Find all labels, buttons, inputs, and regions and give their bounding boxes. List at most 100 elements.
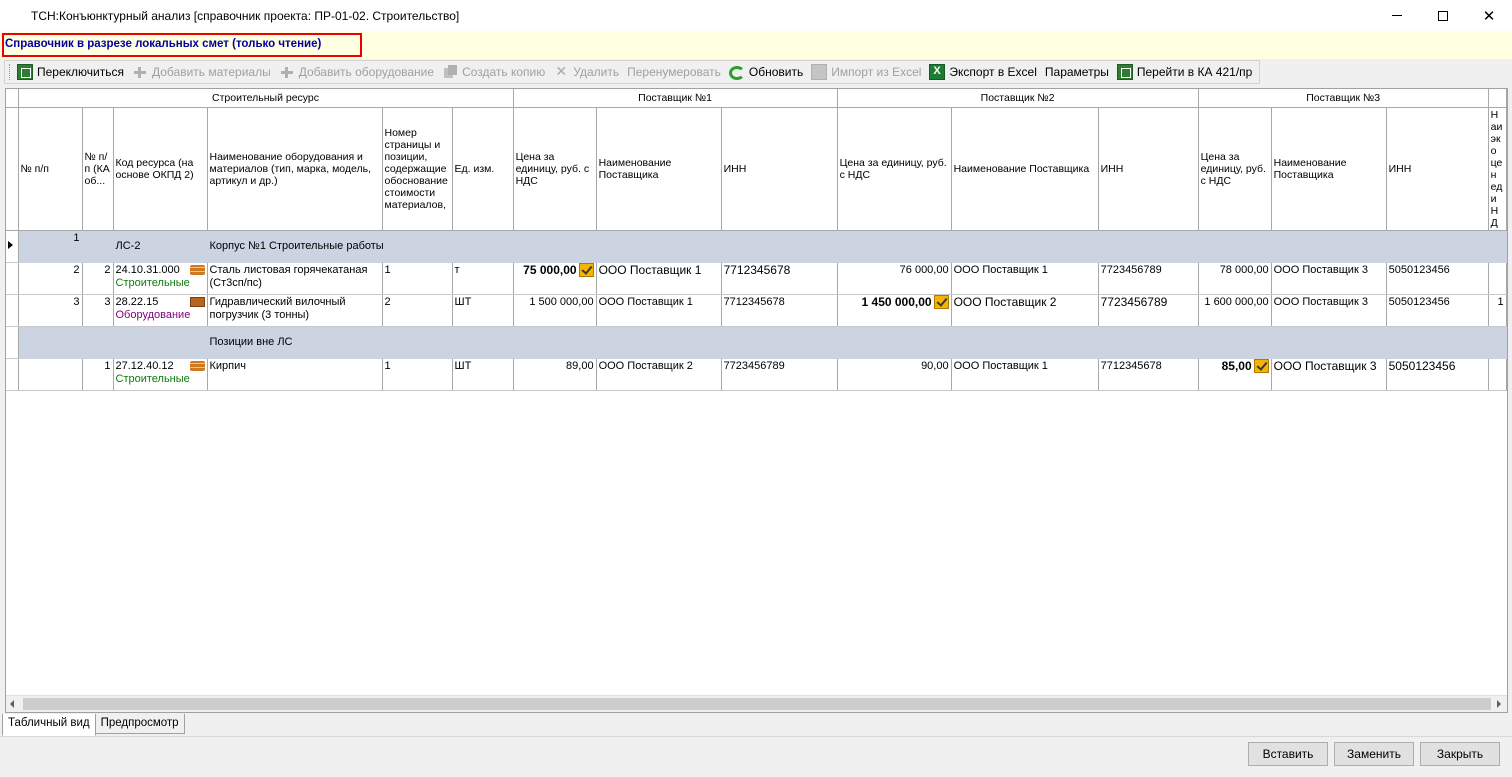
scroll-left-icon[interactable] [10, 700, 14, 708]
export-excel-button[interactable]: Экспорт в Excel [926, 61, 1041, 83]
switch-button[interactable]: Переключиться [14, 61, 129, 83]
cell-s2-inn: 7723456789 [1098, 294, 1199, 327]
table-row[interactable]: 2 2 24.10.31.000 Строительные Сталь лист… [6, 262, 1507, 295]
cell-s2-name: ООО Поставщик 2 [951, 294, 1099, 327]
col-header-name[interactable]: Наименование оборудования и материалов (… [207, 107, 383, 231]
goto-ka-button[interactable]: Перейти в КА 421/пр [1114, 61, 1257, 83]
col-header-s3-name[interactable]: Наименование Поставщика [1271, 107, 1387, 231]
table-row[interactable]: 1 27.12.40.12 Строительные Кирпич 1 ШТ 8… [6, 358, 1507, 391]
import-excel-button[interactable]: Импорт из Excel [808, 61, 926, 83]
cell-s1-price: 75 000,00 [513, 262, 597, 295]
col-header-s1-name[interactable]: Наименование Поставщика [596, 107, 722, 231]
delete-button[interactable]: ✕ Удалить [550, 61, 624, 83]
cell-name: Гидравлический вилочный погрузчик (3 тон… [207, 294, 383, 327]
col-header-code[interactable]: Код ресурса (на основе ОКПД 2) [113, 107, 208, 231]
cell-s3-price: 85,00 [1198, 358, 1272, 391]
create-copy-button[interactable]: Создать копию [439, 61, 550, 83]
close-button[interactable]: Закрыть [1420, 742, 1500, 766]
col-header-num-ka[interactable]: № п/п (КА об... [82, 107, 114, 231]
refresh-icon [728, 65, 745, 80]
ka-icon [17, 64, 33, 80]
horizontal-scrollbar[interactable] [6, 695, 1507, 712]
cell-s2-inn: 7712345678 [1098, 358, 1199, 391]
cell-code: 24.10.31.000 Строительные [113, 262, 208, 295]
group-header-row: Строительный ресурс Поставщик №1 Поставщ… [6, 89, 1507, 108]
tab-preview[interactable]: Предпросмотр [94, 714, 185, 734]
resource-code: 24.10.31.000 [115, 263, 180, 276]
cell-s3-inn: 5050123456 [1386, 294, 1489, 327]
cell-num [18, 358, 83, 391]
row-indicator[interactable] [6, 294, 19, 327]
cell-extra [1488, 358, 1507, 391]
row-indicator[interactable] [6, 358, 19, 391]
cell-s1-name: ООО Поставщик 1 [596, 262, 722, 295]
cell-s3-name: ООО Поставщик 3 [1271, 294, 1387, 327]
section-empty [18, 326, 83, 359]
copy-icon [442, 64, 458, 80]
tab-table-view[interactable]: Табличный вид [2, 714, 96, 736]
col-header-page[interactable]: Номер страницы и позиции, содержащие обо… [382, 107, 453, 231]
best-price-check-icon [933, 294, 949, 309]
cell-s1-price: 1 500 000,00 [513, 294, 597, 327]
row-indicator[interactable] [6, 326, 19, 359]
resource-category: Строительные [115, 276, 190, 289]
cell-unit: ШТ [452, 294, 514, 327]
section-empty [82, 326, 114, 359]
toolbar-grip[interactable] [9, 64, 12, 80]
cell-s3-name: ООО Поставщик 3 [1271, 358, 1387, 391]
col-header-s1-price[interactable]: Цена за единицу, руб. с НДС [513, 107, 597, 231]
group-header-supplier1: Поставщик №1 [513, 89, 838, 108]
col-header-extra[interactable]: Наи эко цен еди НД [1488, 107, 1507, 231]
excel-icon [929, 64, 946, 80]
col-header-s2-inn[interactable]: ИНН [1098, 107, 1199, 231]
close-icon: ✕ [1482, 6, 1496, 25]
add-materials-button[interactable]: Добавить материалы [129, 61, 276, 83]
group-header-supplier3: Поставщик №3 [1198, 89, 1489, 108]
data-grid[interactable]: Строительный ресурс Поставщик №1 Поставщ… [5, 88, 1508, 713]
scroll-right-icon[interactable] [1497, 700, 1501, 708]
section-empty [113, 326, 208, 359]
column-header-row: № п/п № п/п (КА об... Код ресурса (на ос… [6, 107, 1507, 231]
table-row[interactable]: 3 3 28.22.15 Оборудование Гидравлический… [6, 294, 1507, 327]
replace-button[interactable]: Заменить [1334, 742, 1414, 766]
cell-s2-name: ООО Поставщик 1 [951, 262, 1099, 295]
scroll-thumb[interactable] [23, 698, 1491, 710]
col-header-s1-inn[interactable]: ИНН [721, 107, 838, 231]
renumber-label: Перенумеровать [627, 65, 721, 79]
cell-s3-price: 78 000,00 [1198, 262, 1272, 295]
col-header-s3-inn[interactable]: ИНН [1386, 107, 1489, 231]
minimize-button[interactable] [1374, 0, 1420, 31]
section-title: Корпус №1 Строительные работы [207, 230, 1507, 263]
col-header-s2-name[interactable]: Наименование Поставщика [951, 107, 1099, 231]
plus-icon [132, 64, 148, 80]
col-header-unit[interactable]: Ед. изм. [452, 107, 514, 231]
ka-icon [1116, 64, 1133, 80]
cell-page: 1 [382, 262, 453, 295]
col-header-s3-price[interactable]: Цена за единицу, руб. с НДС [1198, 107, 1272, 231]
row-indicator[interactable] [6, 230, 19, 263]
insert-button[interactable]: Вставить [1248, 742, 1328, 766]
cell-num-ka: 2 [82, 262, 114, 295]
section-num: 1 [18, 230, 83, 263]
col-header-num[interactable]: № п/п [18, 107, 83, 231]
cell-s2-price: 1 450 000,00 [837, 294, 952, 327]
row-indicator[interactable] [6, 262, 19, 295]
maximize-button[interactable] [1420, 0, 1466, 31]
section-row[interactable]: 1 ЛС-2 Корпус №1 Строительные работы [6, 230, 1507, 263]
cell-num: 3 [18, 294, 83, 327]
resource-code: 27.12.40.12 [115, 359, 174, 372]
parameters-button[interactable]: Параметры [1042, 61, 1114, 83]
resource-code: 28.22.15 [115, 295, 159, 308]
refresh-button[interactable]: Обновить [726, 61, 808, 83]
toolbar: Переключиться Добавить материалы Добавит… [4, 60, 1260, 84]
close-window-button[interactable]: ✕ [1466, 0, 1512, 31]
maximize-icon [1438, 10, 1448, 21]
add-equipment-button[interactable]: Добавить оборудование [276, 61, 439, 83]
parameters-label: Параметры [1044, 65, 1109, 79]
best-price-value: 85,00 [1221, 358, 1252, 373]
cell-s3-name: ООО Поставщик 3 [1271, 262, 1387, 295]
section-row[interactable]: Позиции вне ЛС [6, 326, 1507, 359]
renumber-button[interactable]: Перенумеровать [624, 61, 726, 83]
export-excel-label: Экспорт в Excel [949, 65, 1037, 79]
col-header-s2-price[interactable]: Цена за единицу, руб. с НДС [837, 107, 952, 231]
